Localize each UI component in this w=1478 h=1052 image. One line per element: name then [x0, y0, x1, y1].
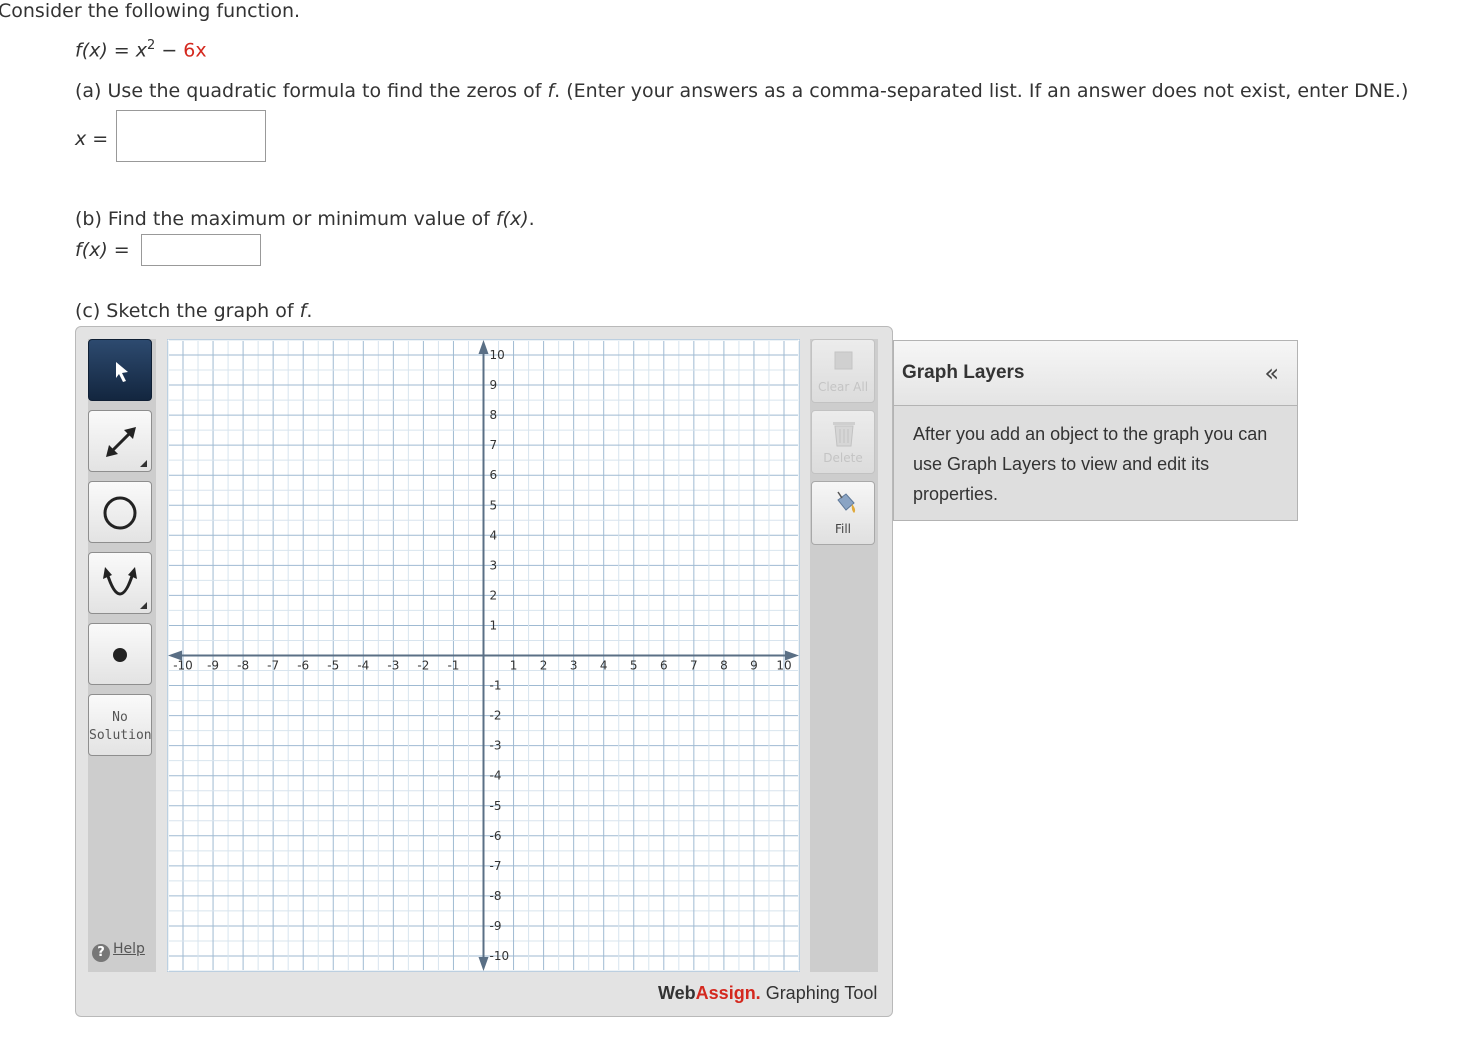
clear-all-icon [834, 351, 853, 370]
point-icon [113, 648, 127, 662]
graph-layers-message: After you add an object to the graph you… [913, 424, 1268, 504]
x-tick-label: -1 [447, 659, 459, 673]
part-b-input-label: f(x) = [75, 239, 130, 261]
x-tick-label: 5 [630, 659, 638, 673]
part-a-text-start: (a) Use the quadratic formula to find th… [75, 80, 548, 102]
y-tick-label: -10 [490, 949, 510, 963]
clear-all-button[interactable]: Clear All [811, 339, 875, 403]
point-tool-button[interactable] [88, 623, 152, 685]
parabola-tool-button[interactable] [88, 552, 152, 614]
no-solution-button[interactable]: No Solution [88, 694, 152, 756]
y-tick-label: 1 [490, 618, 498, 632]
circle-tool-button[interactable] [88, 481, 152, 543]
graph-layers-header: Graph Layers « [894, 341, 1297, 406]
no-solution-label-1: No [112, 710, 128, 725]
part-c-prompt: (c) Sketch the graph of f. [75, 300, 312, 322]
part-a-text-end: . (Enter your answers as a comma-separat… [554, 80, 1409, 102]
x-tick-label: 9 [750, 659, 758, 673]
y-tick-label: 4 [490, 528, 498, 542]
tool-palette: No Solution ? Help [88, 339, 156, 972]
part-b-text-start: (b) Find the maximum or minimum value of [75, 208, 496, 230]
x-tick-label: 7 [690, 659, 698, 673]
x-tick-label: -4 [357, 659, 369, 673]
x-tick-label: -9 [207, 659, 219, 673]
function-lhs: f(x) = x [75, 39, 148, 62]
x-tick-label: 3 [570, 659, 578, 673]
help-icon: ? [92, 944, 110, 962]
x-tick-label: 8 [720, 659, 728, 673]
y-tick-label: 3 [490, 558, 498, 572]
no-solution-label-2: Solution [89, 728, 152, 743]
x-tick-label: -5 [327, 659, 339, 673]
help-link[interactable]: ? Help [92, 941, 145, 962]
y-tick-label: 6 [490, 468, 498, 482]
pointer-arrow-icon [116, 362, 128, 382]
extremum-answer-input[interactable] [141, 234, 261, 266]
part-b-expr: f(x) [495, 208, 529, 230]
x-tick-label: -10 [173, 659, 193, 673]
y-tick-label: 9 [490, 378, 498, 392]
graph-layers-title: Graph Layers [902, 362, 1025, 383]
y-tick-label: -9 [490, 919, 502, 933]
part-a-input-label: x = [75, 128, 109, 150]
part-b-prompt: (b) Find the maximum or minimum value of… [75, 208, 535, 230]
y-tick-label: -6 [490, 829, 502, 843]
y-tick-label: -5 [490, 799, 502, 813]
x-tick-label: 1 [510, 659, 518, 673]
y-tick-label: 2 [490, 588, 498, 602]
trash-icon [833, 422, 855, 447]
action-palette: Clear All Delete Fill [810, 339, 878, 972]
fill-button[interactable]: Fill [811, 481, 875, 545]
x-tick-label: -6 [297, 659, 309, 673]
x-tick-label: 4 [600, 659, 608, 673]
fill-label: Fill [834, 522, 852, 536]
delete-label: Delete [823, 451, 863, 465]
x-tick-label: 2 [540, 659, 548, 673]
function-coefficient: 6x [183, 39, 207, 62]
y-tick-label: -3 [490, 739, 502, 753]
x-tick-label: -2 [417, 659, 429, 673]
x-tick-label: -3 [387, 659, 399, 673]
part-b-text-end: . [528, 208, 535, 230]
parabola-tool-menu-indicator [140, 602, 147, 609]
brand-web: Web [658, 983, 696, 1003]
pointer-tool-button[interactable] [88, 339, 152, 401]
part-c-text-start: (c) Sketch the graph of [75, 300, 300, 322]
clear-all-label: Clear All [817, 380, 869, 394]
zeros-answer-input[interactable] [116, 110, 266, 162]
y-tick-label: 8 [490, 408, 498, 422]
y-tick-label: -7 [490, 859, 502, 873]
question-intro: Consider the following function. [0, 0, 301, 22]
delete-button[interactable]: Delete [811, 410, 875, 474]
line-tool-button[interactable] [88, 410, 152, 472]
help-label: Help [113, 941, 145, 957]
brand-assign: Assign. [695, 983, 761, 1003]
graph-layers-panel: Graph Layers « After you add an object t… [893, 340, 1298, 521]
x-tick-label: -8 [237, 659, 249, 673]
y-tick-label: -8 [490, 889, 502, 903]
function-minus: − [155, 39, 184, 62]
paint-bucket-icon [837, 491, 856, 513]
x-tick-label: -7 [267, 659, 279, 673]
graph-canvas[interactable]: -10 -10 -9 -9 -8 -8 -7 -7 -6 -6 -5 -5 -4 -4 -3 -3 -2 -2 -1… [167, 339, 800, 972]
webassign-logo: WebAssign. Graphing Tool [658, 983, 877, 1004]
brand-tool: Graphing Tool [760, 983, 878, 1003]
y-tick-label: 7 [490, 438, 498, 452]
part-a-prompt: (a) Use the quadratic formula to find th… [75, 80, 1408, 102]
y-tick-label: -4 [490, 769, 502, 783]
collapse-chevron-icon[interactable]: « [1264, 359, 1279, 387]
circle-icon [103, 496, 137, 530]
graphing-tool: No Solution ? Help -10 -10 -9 -9 -8 -8 -7 -7 -6 -6… [75, 326, 893, 1017]
x-tick-label: 6 [660, 659, 668, 673]
y-tick-label: 10 [490, 348, 505, 362]
y-tick-label: -1 [490, 679, 502, 693]
function-definition: f(x) = x2 − 6x [75, 38, 207, 61]
y-tick-label: 5 [490, 498, 498, 512]
x-tick-label: 10 [776, 659, 791, 673]
y-tick-label: -2 [490, 709, 502, 723]
part-c-text-end: . [306, 300, 313, 322]
line-tool-menu-indicator [140, 460, 147, 467]
